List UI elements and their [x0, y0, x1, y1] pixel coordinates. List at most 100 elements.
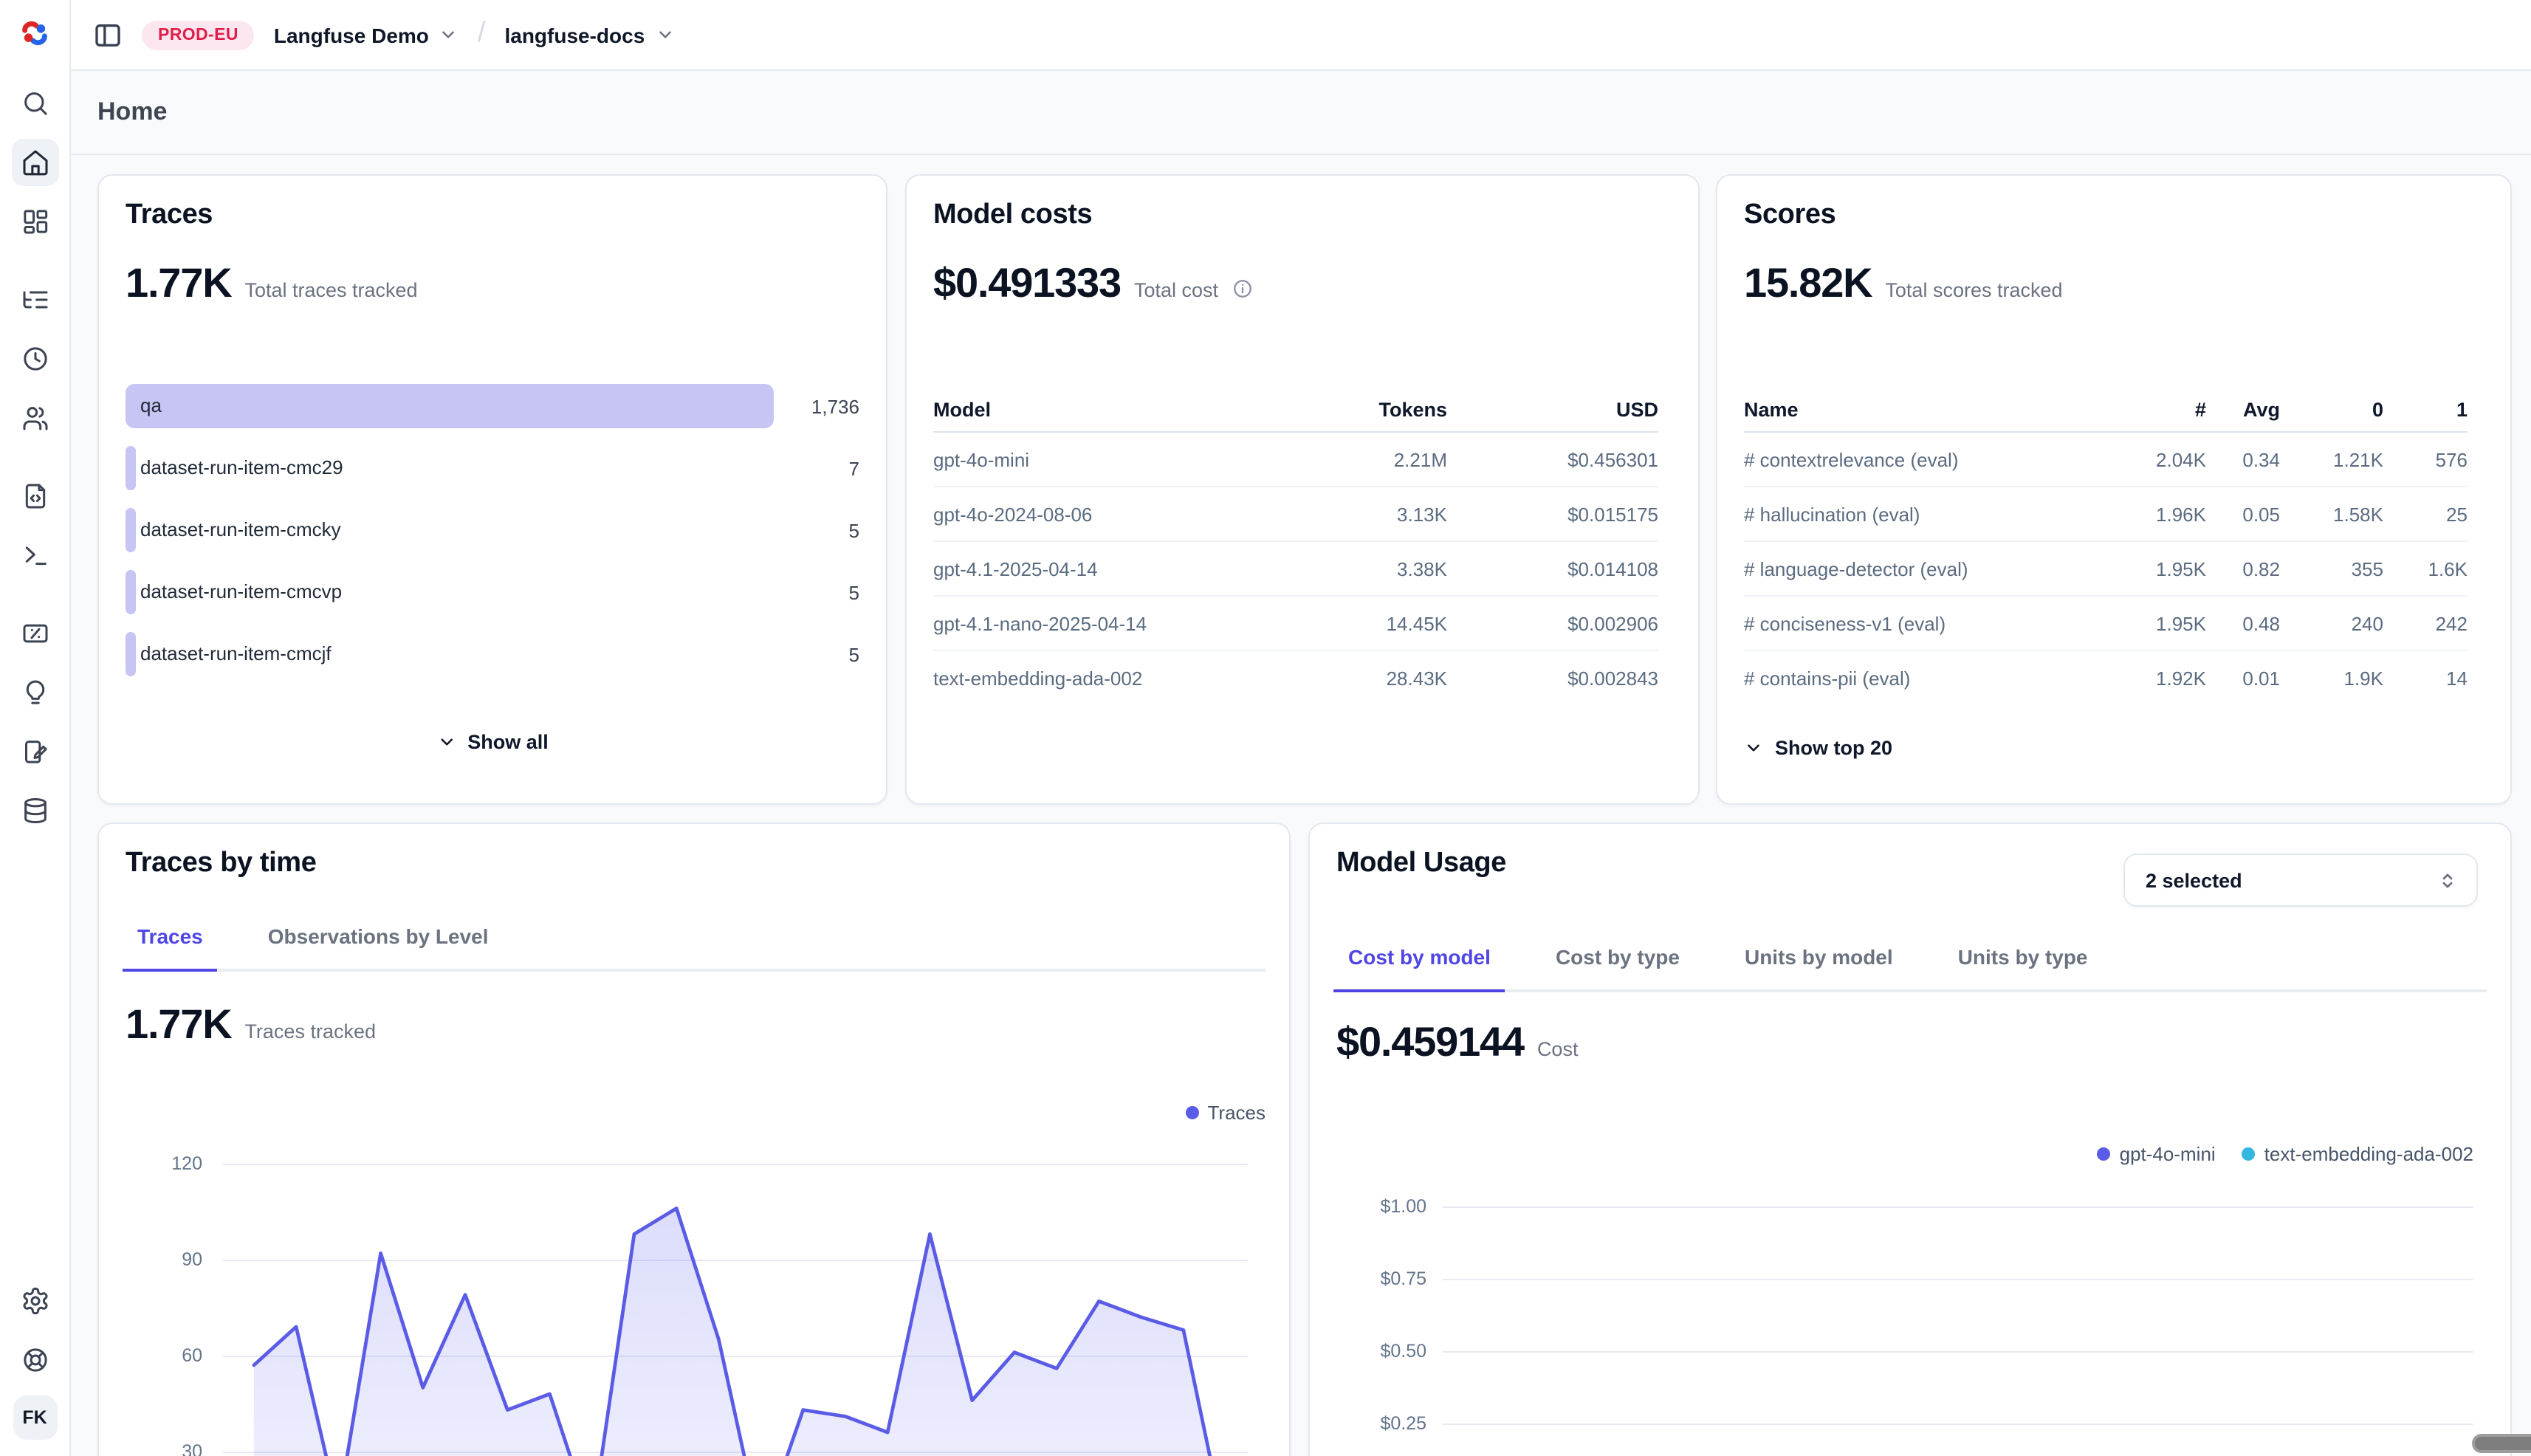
trace-bar-row[interactable]: dataset-run-item-cmcky 5	[126, 508, 859, 552]
project-switcher[interactable]: langfuse-docs	[504, 23, 674, 47]
bar-zone: dataset-run-item-cmc29	[126, 446, 774, 490]
bar-zone: dataset-run-item-cmcjf	[126, 632, 774, 676]
sidebar-item-search[interactable]	[11, 80, 58, 127]
traces-card: Traces 1.77K Total traces tracked qa 1,7…	[97, 174, 887, 805]
table-cell: $0.002906	[1447, 612, 1658, 634]
sidebar-item-playground[interactable]	[11, 532, 58, 579]
trace-bar-row[interactable]: dataset-run-item-cmcvp 5	[126, 570, 859, 614]
traces-by-time-tabbar: Traces Observations by Level	[123, 918, 1266, 972]
legend-item: Traces	[1186, 1102, 1266, 1124]
show-top-20-button[interactable]: Show top 20	[1744, 737, 1892, 759]
chart-gridline	[1443, 1424, 2473, 1425]
traces-bar-list: qa 1,736 dataset-run-item-cmc29 7 datase…	[126, 384, 859, 694]
table-row: # contains-pii (eval)1.92K0.011.9K14	[1744, 651, 2468, 706]
table-cell: 0.01	[2206, 667, 2280, 690]
metric-value: $0.491333	[933, 260, 1121, 307]
model-select-dropdown[interactable]: 2 selected	[2123, 854, 2478, 907]
horizontal-scrollbar-thumb[interactable]	[2472, 1434, 2531, 1453]
home-icon	[20, 148, 49, 177]
chevron-down-icon	[1744, 738, 1763, 758]
table-cell: 355	[2280, 557, 2383, 580]
user-avatar[interactable]: FK	[13, 1395, 57, 1440]
y-axis-tick-label: $0.50	[1345, 1341, 1426, 1361]
chart-gridline	[1443, 1351, 2473, 1353]
table-cell: 0.82	[2206, 557, 2280, 580]
trace-bar-row[interactable]: dataset-run-item-cmcjf 5	[126, 632, 859, 676]
table-cell: 1.58K	[2280, 503, 2383, 525]
table-cell: gpt-4.1-nano-2025-04-14	[933, 612, 1277, 634]
table-header-cell: 1	[2383, 399, 2468, 421]
chart-legend: Traces	[1186, 1102, 1266, 1124]
legend-label: gpt-4o-mini	[2120, 1143, 2216, 1165]
sidebar-item-support[interactable]	[11, 1336, 58, 1384]
sidebar-item-dashboards[interactable]	[11, 198, 58, 245]
table-header-cell: 0	[2280, 399, 2383, 421]
sidebar-item-tracing[interactable]	[11, 276, 58, 323]
topbar: PROD-EU Langfuse Demo / langfuse-docs	[71, 0, 2531, 71]
trace-bar-row[interactable]: dataset-run-item-cmc29 7	[126, 446, 859, 490]
sidebar-item-annotation[interactable]	[11, 728, 58, 775]
bar-label: dataset-run-item-cmcky	[140, 508, 341, 552]
model-costs-metric: $0.491333 Total cost	[933, 260, 1254, 307]
table-cell: $0.456301	[1447, 448, 1658, 470]
table-cell: 576	[2383, 448, 2468, 470]
table-cell: 1.6K	[2383, 557, 2468, 580]
legend-dot-icon	[2242, 1147, 2256, 1161]
info-icon[interactable]	[1232, 278, 1254, 300]
sidebar-item-sessions[interactable]	[11, 335, 58, 382]
model-costs-table: ModelTokensUSDgpt-4o-mini2.21M$0.456301g…	[933, 388, 1658, 706]
legend-label: Traces	[1208, 1102, 1266, 1124]
langfuse-home-page: PROD-EU Langfuse Demo / langfuse-docs FK	[0, 0, 2531, 1456]
sidebar-item-settings[interactable]	[11, 1277, 58, 1325]
table-row: # language-detector (eval)1.95K0.823551.…	[1744, 542, 2468, 597]
table-header-row: ModelTokensUSD	[933, 388, 1658, 433]
table-cell: text-embedding-ada-002	[933, 667, 1277, 690]
project-name: langfuse-docs	[504, 23, 645, 47]
annotation-icon	[20, 737, 49, 766]
metric-label: Traces tracked	[244, 1020, 376, 1043]
table-cell: 1.92K	[2118, 667, 2206, 690]
bar-value: 5	[774, 519, 859, 541]
chevron-down-icon	[439, 25, 459, 44]
tab-units-by-model[interactable]: Units by model	[1730, 939, 1908, 992]
metric-label: Total scores tracked	[1885, 279, 2062, 301]
card-title: Model Usage	[1336, 848, 1506, 880]
sidebar-toggle-icon[interactable]	[93, 20, 123, 49]
tab-observations-by-level[interactable]: Observations by Level	[253, 918, 504, 972]
table-header-row: Name#Avg01	[1744, 388, 2468, 433]
legend-dot-icon	[2098, 1147, 2111, 1161]
tab-traces[interactable]: Traces	[123, 918, 218, 972]
table-cell: 2.21M	[1277, 448, 1447, 470]
table-cell: 25	[2383, 503, 2468, 525]
model-usage-tabbar: Cost by model Cost by type Units by model U…	[1333, 939, 2487, 992]
trace-bar-row[interactable]: qa 1,736	[126, 384, 859, 428]
sidebar-item-insights[interactable]	[11, 669, 58, 716]
table-cell: gpt-4.1-2025-04-14	[933, 557, 1277, 580]
sidebar-item-datasets[interactable]	[11, 787, 58, 834]
sidebar-item-prompts[interactable]	[11, 473, 58, 520]
table-row: gpt-4o-mini2.21M$0.456301	[933, 433, 1658, 487]
chart-gridline	[1443, 1279, 2473, 1280]
table-row: gpt-4.1-nano-2025-04-1414.45K$0.002906	[933, 597, 1658, 651]
table-cell: gpt-4o-mini	[933, 448, 1277, 470]
y-axis-tick-label: $1.00	[1345, 1196, 1426, 1217]
sidebar-item-users[interactable]	[11, 394, 58, 442]
metric-value: 1.77K	[126, 1001, 231, 1048]
tab-cost-by-type[interactable]: Cost by type	[1541, 939, 1694, 992]
dashboards-icon	[20, 207, 49, 236]
org-switcher[interactable]: Langfuse Demo	[274, 23, 459, 47]
table-cell: 0.34	[2206, 448, 2280, 470]
table-cell: # hallucination (eval)	[1744, 503, 2118, 525]
bar-fill	[126, 632, 136, 676]
sidebar-item-evaluators[interactable]	[11, 610, 58, 657]
table-cell: $0.002843	[1447, 667, 1658, 690]
langfuse-logo-icon[interactable]	[18, 16, 52, 50]
legend-item: text-embedding-ada-002	[2242, 1143, 2473, 1165]
bar-value: 1,736	[774, 395, 859, 417]
table-cell: 3.38K	[1277, 557, 1447, 580]
sidebar-bottom: FK	[11, 1277, 58, 1456]
tab-cost-by-model[interactable]: Cost by model	[1333, 939, 1505, 992]
show-all-button[interactable]: Show all	[436, 731, 549, 753]
sidebar-item-home[interactable]	[11, 139, 58, 186]
tab-units-by-type[interactable]: Units by type	[1943, 939, 2103, 992]
